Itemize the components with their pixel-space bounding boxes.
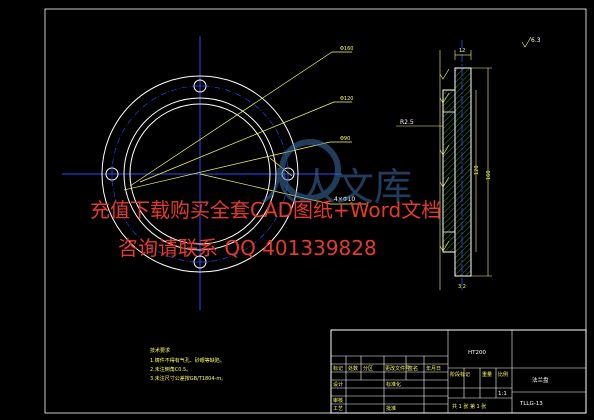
section-body <box>454 67 472 277</box>
tb-header-3: 更改文件号 <box>385 365 410 372</box>
callout-top: Φ160 <box>340 46 353 52</box>
notes-line-1: 1.铸件不得有气孔、砂眼等缺陷。 <box>150 357 225 364</box>
roughness-global: 6.3 <box>531 37 541 44</box>
tb-header-0: 标记 <box>333 365 343 372</box>
cad-drawing: Φ160 Φ120 Φ90 4×Φ10 160 120 12 3.2 R2.5 … <box>0 0 594 420</box>
tb-stage-0: 阶段标记 <box>450 371 470 378</box>
tb-header-1: 处数 <box>348 365 358 372</box>
tb-stage-1: 重量 <box>482 371 492 378</box>
radius-label: R2.5 <box>400 119 414 126</box>
dim-inner: 120 <box>474 165 480 175</box>
tb-role-review: 审核 <box>333 397 343 404</box>
tb-drawing-number: TLLG-13 <box>519 401 543 407</box>
notes-line-3: 3.未注尺寸公差按GB/T1804-m。 <box>150 375 226 382</box>
tb-header-4: 签名 <box>408 365 418 372</box>
watermark-line-1: 充值下载购买全套CAD图纸+Word文档 <box>90 198 441 222</box>
tb-scale: 1:1 <box>498 391 507 397</box>
tb-part-name: 法兰盘 <box>532 376 549 384</box>
tb-std: 标准化 <box>386 381 401 388</box>
dim-height: 160 <box>486 170 492 180</box>
notes-title: 技术要求 <box>150 347 170 354</box>
dim-bottom: 3.2 <box>458 284 466 290</box>
tb-header-2: 分区 <box>363 365 373 372</box>
tb-sheets: 共 1 张 第 1 张 <box>452 403 486 410</box>
tb-material: HT200 <box>468 350 486 356</box>
notes-line-2: 2.未注倒角C0.5。 <box>150 366 191 373</box>
dim-thick: 12 <box>459 48 465 54</box>
drawing-canvas: Φ160 Φ120 Φ90 4×Φ10 160 120 12 3.2 R2.5 … <box>0 0 594 420</box>
tb-header-5: 年月日 <box>426 365 441 372</box>
callout-mid: Φ120 <box>340 96 353 102</box>
watermark-line-2: 咨询请联系 QQ 401339828 <box>118 236 377 260</box>
tb-stage-2: 比例 <box>498 371 508 378</box>
callout-low: Φ90 <box>340 136 350 142</box>
section-hub <box>442 89 456 253</box>
tb-approve: 批准 <box>386 405 396 412</box>
tb-role-design: 设计 <box>333 381 343 388</box>
tb-role-process: 工艺 <box>333 406 343 412</box>
